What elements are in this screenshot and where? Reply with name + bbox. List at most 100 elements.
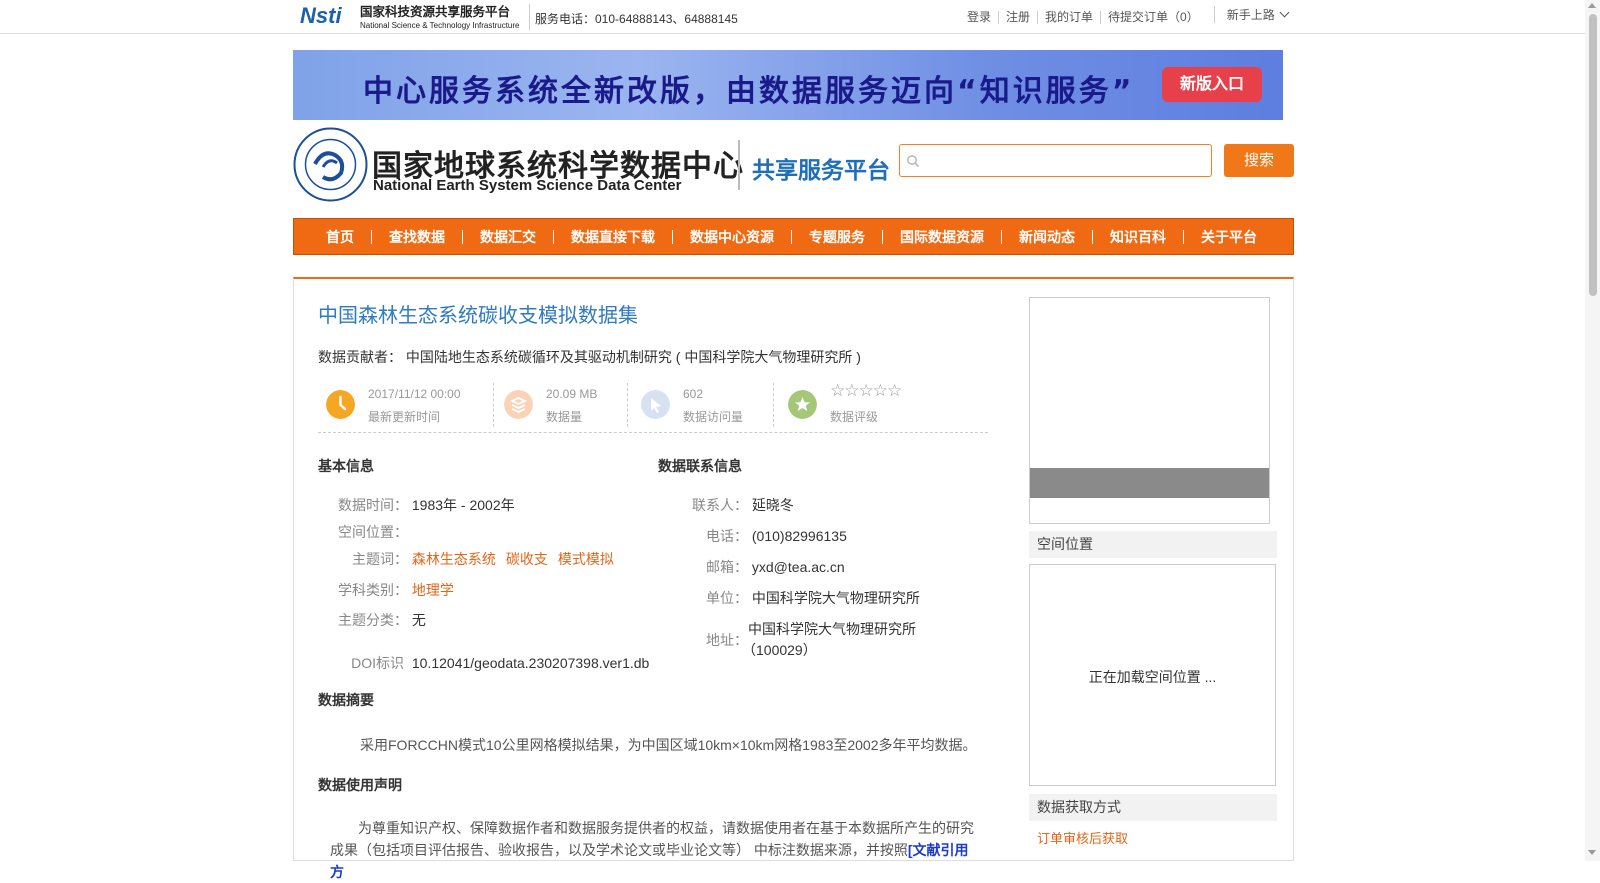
nav-news[interactable]: 新闻动态 [1001, 229, 1092, 244]
stat-divider [773, 383, 774, 427]
divider [529, 4, 530, 30]
keywords-label: 主题词： [352, 551, 408, 567]
contact-phone-label: 电话： [706, 528, 748, 544]
stat-divider [627, 383, 628, 427]
keyword-link[interactable]: 碳收支 [506, 551, 548, 567]
space-row: 空间位置： [318, 522, 408, 542]
scroll-up-arrow-icon[interactable] [1588, 3, 1596, 8]
data-time-row: 数据时间： 1983年 - 2002年 [318, 495, 515, 515]
spatial-location-heading: 空间位置 [1029, 531, 1277, 558]
contact-person-label: 联系人： [692, 497, 748, 513]
usage-text: 为尊重知识产权、保障数据作者和数据服务提供者的权益，请数据使用者在基于本数据所产… [330, 820, 974, 858]
category-row: 主题分类： 无 [318, 610, 426, 630]
nav-about[interactable]: 关于平台 [1183, 229, 1274, 244]
chevron-down-icon [1279, 7, 1290, 18]
data-access-heading: 数据获取方式 [1029, 794, 1277, 821]
nsti-logo-mark: Nsti [300, 3, 342, 28]
stat-visits-value: 602 [683, 387, 704, 401]
contact-email-value[interactable]: yxd@tea.ac.cn [752, 559, 845, 575]
contact-email-label: 邮箱： [706, 559, 748, 575]
usage-statement: 为尊重知识产权、保障数据作者和数据服务提供者的权益，请数据使用者在基于本数据所产… [330, 817, 980, 883]
contact-org-label: 单位： [706, 590, 748, 606]
register-link[interactable]: 注册 [998, 11, 1037, 24]
banner-text: 中心服务系统全新改版，由数据服务迈向“知识服务” [363, 74, 1135, 109]
contact-phone-row: 电话： (010)82996135 [658, 526, 847, 546]
newbie-guide-dropdown[interactable]: 新手上路 [1213, 6, 1290, 23]
clock-icon [326, 390, 355, 419]
map-loading-text: 正在加载空间位置 ... [1088, 669, 1217, 685]
data-time-value: 1983年 - 2002年 [411, 497, 515, 513]
contact-org-row: 单位： 中国科学院大气物理研究所 [658, 588, 920, 608]
contact-person-row: 联系人： 延晓冬 [658, 495, 794, 515]
contact-person-value: 延晓冬 [751, 497, 794, 513]
nav-find-data[interactable]: 查找数据 [371, 229, 462, 244]
keyword-link[interactable]: 模式模拟 [558, 551, 614, 567]
announcement-banner[interactable]: 中心服务系统全新改版，由数据服务迈向“知识服务” 新版入口 [293, 50, 1283, 120]
service-phone: 服务电话：010-64888143、64888145 [535, 12, 738, 26]
vertical-scrollbar[interactable] [1585, 0, 1600, 861]
nav-direct-download[interactable]: 数据直接下载 [553, 229, 672, 244]
scrollbar-thumb[interactable] [1589, 14, 1597, 296]
stat-updated-value: 2017/11/12 00:00 [368, 387, 461, 401]
basic-info-heading: 基本信息 [318, 458, 374, 474]
nav-center-resources[interactable]: 数据中心资源 [672, 229, 791, 244]
thumbnail-caption-bar [1030, 468, 1269, 498]
header-divider [738, 140, 740, 190]
my-orders-link[interactable]: 我的订单 [1037, 11, 1100, 24]
stat-visits-label: 数据访问量 [683, 410, 744, 424]
category-value: 无 [411, 612, 426, 628]
contact-email-row: 邮箱： yxd@tea.ac.cn [658, 557, 845, 577]
contributor-value: 中国陆地生态系统碳循环及其驱动机制研究 ( 中国科学院大气物理研究所 ) [405, 349, 861, 365]
search-icon [907, 155, 920, 168]
center-seal-logo[interactable] [293, 127, 368, 202]
nav-data-submission[interactable]: 数据汇交 [462, 229, 553, 244]
subject-link[interactable]: 地理学 [412, 582, 454, 598]
star-badge-icon [788, 390, 817, 419]
data-access-method[interactable]: 订单审核后获取 [1037, 828, 1128, 847]
scroll-down-arrow-icon[interactable] [1588, 850, 1596, 855]
layers-icon [504, 390, 533, 419]
keyword-link[interactable]: 森林生态系统 [412, 551, 496, 567]
rating-stars[interactable]: ☆☆☆☆☆ [830, 381, 902, 401]
subject-row: 学科类别： 地理学 [318, 580, 464, 600]
nav-topic-services[interactable]: 专题服务 [791, 229, 882, 244]
search-input[interactable] [899, 144, 1212, 177]
abstract-heading: 数据摘要 [318, 692, 374, 708]
contact-address-line1: 中国科学院大气物理研究所 [748, 621, 916, 637]
stat-divider [493, 383, 494, 427]
stat-size-label: 数据量 [546, 410, 583, 424]
search-button[interactable]: 搜索 [1224, 144, 1294, 177]
space-label: 空间位置： [338, 524, 408, 540]
keywords-row: 主题词： 森林生态系统 碳收支 模式模拟 [318, 549, 624, 569]
stat-updated-label: 最新更新时间 [368, 410, 441, 424]
contact-address-line2: （100029） [742, 642, 817, 658]
login-link[interactable]: 登录 [960, 11, 998, 24]
nav-home[interactable]: 首页 [309, 230, 371, 244]
dataset-thumbnail[interactable] [1029, 297, 1270, 524]
stat-rating-label: 数据评级 [830, 410, 879, 424]
doi-row: DOI标识 10.12041/geodata.230207398.ver1.db [318, 653, 649, 673]
nav-international-resources[interactable]: 国际数据资源 [882, 229, 1001, 244]
pending-orders-link[interactable]: 待提交订单（0） [1100, 11, 1206, 24]
spatial-location-map[interactable]: 正在加载空间位置 ... [1029, 564, 1276, 786]
contributor-line: 数据贡献者： 中国陆地生态系统碳循环及其驱动机制研究 ( 中国科学院大气物理研究… [318, 347, 861, 367]
platform-name: 共享服务平台 [752, 157, 890, 183]
subject-label: 学科类别： [338, 582, 408, 598]
contact-address-label: 地址： [706, 632, 748, 648]
dataset-stats: 2017/11/12 00:00 最新更新时间 20.09 MB 数据量 602… [318, 381, 988, 433]
cursor-icon [641, 390, 670, 419]
nsti-logo[interactable]: Nsti 国家科技资源共享服务平台 National Science & Tec… [300, 2, 522, 30]
nsti-logo-en: National Science & Technology Infrastruc… [360, 21, 520, 30]
doi-label: DOI标识 [351, 655, 404, 671]
doi-value: 10.12041/geodata.230207398.ver1.db [411, 655, 650, 671]
new-version-button[interactable]: 新版入口 [1162, 67, 1262, 102]
dataset-title: 中国森林生态系统碳收支模拟数据集 [318, 305, 638, 327]
nsti-logo-cn: 国家科技资源共享服务平台 [360, 4, 510, 19]
contact-org-value: 中国科学院大气物理研究所 [751, 590, 920, 606]
main-nav: 首页 查找数据 数据汇交 数据直接下载 数据中心资源 专题服务 国际数据资源 新… [293, 218, 1294, 255]
nav-knowledge-wiki[interactable]: 知识百科 [1092, 229, 1183, 244]
top-links: 登录 注册 我的订单 待提交订单（0） 新手上路 [960, 6, 1290, 24]
contact-info-heading: 数据联系信息 [658, 458, 742, 474]
contact-phone-value: (010)82996135 [751, 528, 847, 544]
top-bar: Nsti 国家科技资源共享服务平台 National Science & Tec… [0, 0, 1585, 34]
